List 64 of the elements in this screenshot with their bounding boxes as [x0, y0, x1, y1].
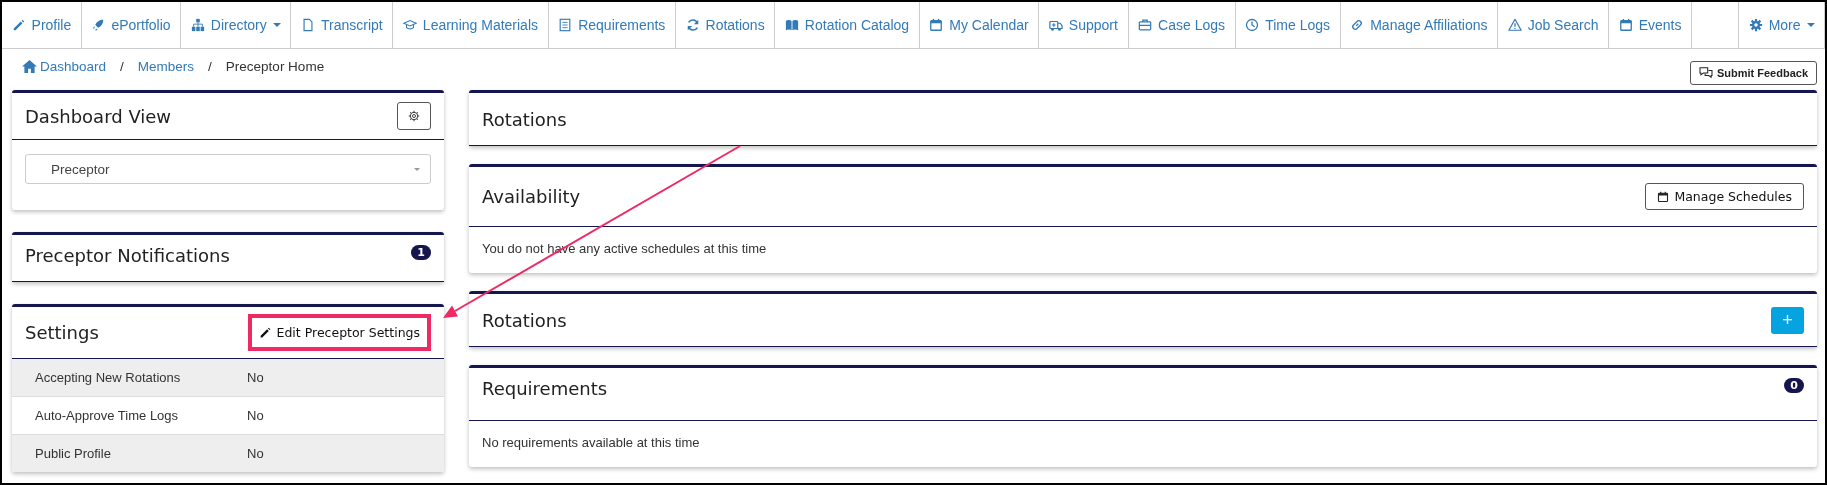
card-title: Preceptor Notifications	[25, 245, 230, 266]
ambulance-icon	[1048, 18, 1063, 32]
nav-link[interactable]: Job Search	[1498, 2, 1610, 48]
setting-label: Public Profile	[35, 446, 112, 461]
nav-link[interactable]: ePortfolio	[81, 2, 182, 48]
pencil-icon	[258, 326, 272, 339]
link-icon	[1350, 18, 1365, 32]
setting-label: Auto-Approve Time Logs	[35, 408, 180, 423]
nav-link[interactable]: Rotation Catalog	[775, 2, 920, 48]
breadcrumb-link[interactable]: Members	[137, 59, 195, 74]
submit-feedback-button[interactable]: Submit Feedback	[1689, 61, 1817, 85]
card-title: Dashboard View	[25, 105, 172, 127]
caret-icon	[414, 167, 420, 171]
sitemap-icon	[190, 18, 205, 32]
nav-link[interactable]: My Calendar	[919, 2, 1040, 48]
card-title: Requirements	[482, 378, 608, 399]
nav-link[interactable]: Events	[1609, 2, 1693, 48]
nav-link[interactable]: Time Logs	[1235, 2, 1341, 48]
nav-link[interactable]: Transcript	[291, 2, 394, 48]
setting-label: Accepting New Rotations	[35, 370, 182, 385]
nav-link[interactable]: Directory	[181, 2, 292, 48]
nav-link[interactable]: Learning Materials	[393, 2, 549, 48]
manage-schedules-button[interactable]: Manage Schedules	[1645, 183, 1804, 210]
nav-link[interactable]: Case Logs	[1128, 2, 1236, 48]
count-badge: 0	[1784, 378, 1804, 393]
empty-message: No requirements available at this time	[481, 434, 701, 452]
setting-value: No	[247, 408, 264, 423]
breadcrumb-separator: /	[119, 59, 125, 74]
gear-icon	[408, 110, 420, 122]
count-badge: 1	[411, 245, 431, 260]
breadcrumb-link[interactable]: Dashboard	[40, 59, 107, 74]
book-icon	[784, 18, 799, 32]
nav-link[interactable]: Manage Affiliations	[1340, 2, 1499, 48]
rocket-icon	[91, 18, 106, 32]
card-title: Rotations	[482, 108, 567, 130]
home-icon	[22, 60, 37, 73]
calendar-icon	[1657, 190, 1670, 203]
warning-icon	[1507, 18, 1522, 32]
nav-link[interactable]: Requirements	[548, 2, 676, 48]
nav-link[interactable]: Rotations	[675, 2, 776, 48]
nav-link[interactable]: Support	[1039, 2, 1129, 48]
view-select[interactable]: Preceptor	[25, 154, 431, 184]
graduation-cap-icon	[402, 18, 417, 32]
card-title: Settings	[25, 322, 99, 343]
setting-value: No	[247, 446, 264, 461]
briefcase-icon	[1138, 18, 1153, 32]
refresh-icon	[685, 18, 700, 32]
card-title: Rotations	[482, 309, 567, 331]
add-button[interactable]: +	[1771, 306, 1804, 334]
nav-link[interactable]: Profile	[2, 2, 82, 48]
breadcrumb-current: Preceptor Home	[225, 59, 325, 74]
card-title: Availability	[482, 186, 581, 207]
chat-bubbles-icon	[1698, 67, 1713, 79]
calendar-icon	[929, 18, 944, 32]
settings-button[interactable]	[397, 102, 431, 130]
list-icon	[558, 18, 573, 32]
nav-link[interactable]: More	[1739, 2, 1825, 48]
breadcrumb-separator: /	[207, 59, 213, 74]
setting-value: No	[247, 370, 264, 385]
pencil-icon	[11, 18, 26, 32]
clock-icon	[1245, 18, 1260, 32]
document-icon	[300, 18, 315, 32]
gear-icon	[1748, 18, 1763, 32]
calendar-icon	[1618, 18, 1633, 32]
